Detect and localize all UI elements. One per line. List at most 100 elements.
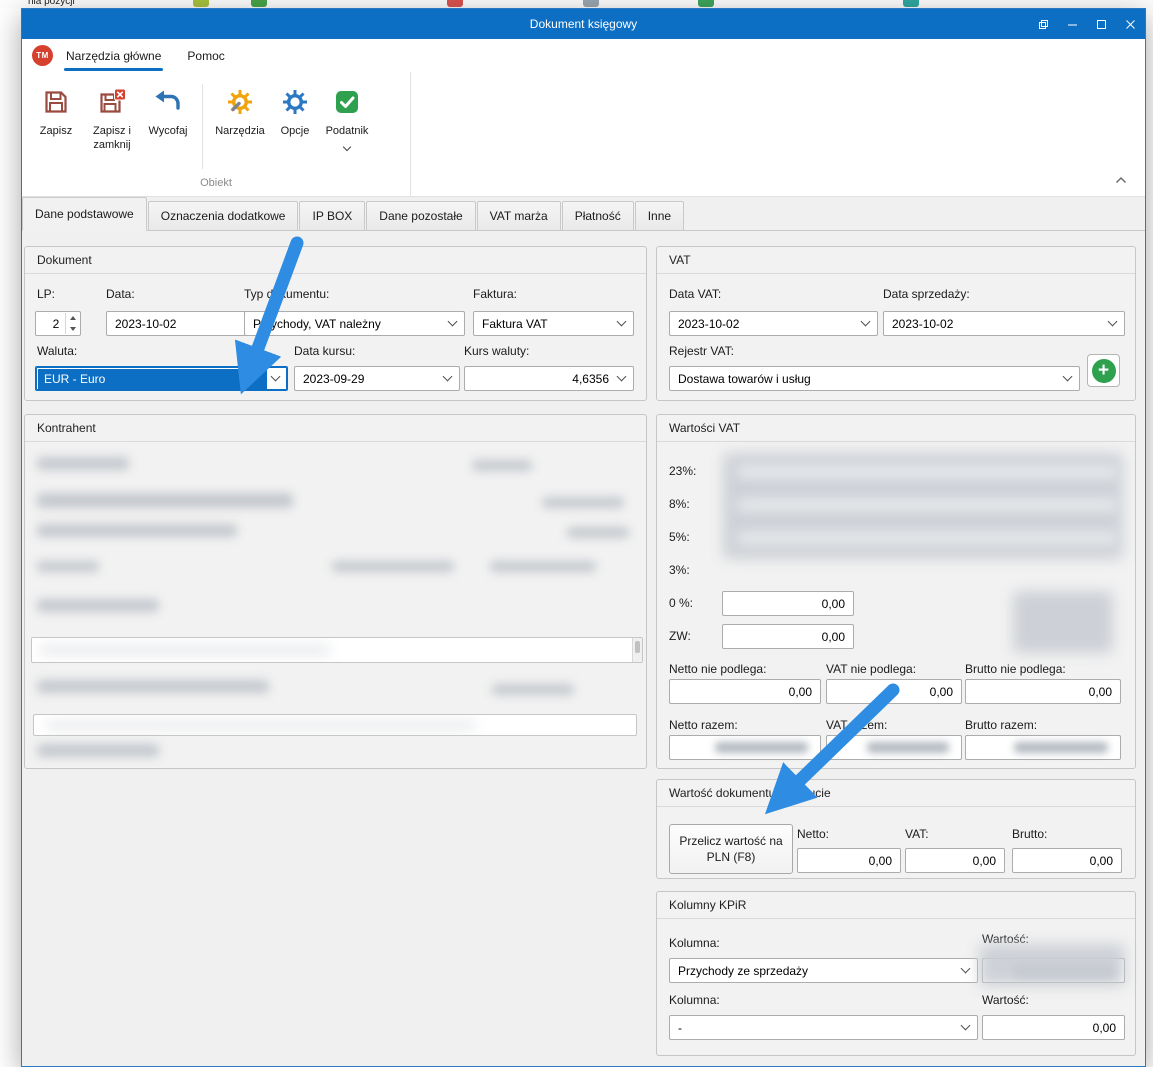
group-kolumny-kpir: Kolumny KPiR Kolumna: Przychody ze sprze… — [656, 891, 1136, 1056]
save-icon — [42, 88, 70, 116]
brutto-nie-podlega-field[interactable]: 0,00 — [965, 679, 1121, 704]
tab-oznaczenia-dodatkowe[interactable]: Oznaczenia dodatkowe — [148, 201, 299, 230]
ribbon-tab-pomoc[interactable]: Pomoc — [174, 40, 237, 71]
data-vat-label: Data VAT: — [669, 287, 721, 301]
minimize-icon — [1067, 19, 1078, 30]
data-vat-combo[interactable]: 2023-10-02 — [669, 311, 878, 336]
save-and-close-button[interactable]: Zapisz i zamknij — [84, 88, 140, 153]
tab-inne[interactable]: Inne — [635, 201, 684, 230]
undo-arrow-icon — [154, 88, 182, 116]
redacted-values — [1013, 591, 1113, 653]
background-clipped-text: nia pozycji — [28, 0, 75, 7]
walucie-netto-field[interactable]: 0,00 — [797, 848, 901, 873]
collapse-ribbon-button[interactable] — [1115, 173, 1127, 187]
wartosc2-label: Wartość: — [982, 993, 1029, 1007]
dokument-ksiegowy-window: Dokument księgowy TM Narzędzia główne Po… — [21, 8, 1146, 1067]
app-icon-fragment — [251, 0, 267, 7]
redacted-value — [1014, 742, 1108, 753]
chevron-down-icon — [271, 371, 281, 381]
redacted-text — [46, 720, 476, 731]
netto-razem-field[interactable] — [669, 735, 821, 760]
rate-zw-netto-field[interactable]: 0,00 — [722, 624, 854, 649]
data-kursu-combo[interactable]: 2023-09-29 — [294, 366, 460, 391]
waluta-combo[interactable]: EUR - Euro — [35, 366, 288, 391]
tab-ip-box[interactable]: IP BOX — [299, 201, 365, 230]
vat-razem-label: VAT razem: — [826, 718, 887, 732]
tab-vat-marza[interactable]: VAT marża — [477, 201, 561, 230]
undo-button[interactable]: Wycofaj — [140, 88, 196, 139]
ribbon-tab-narzedzia-glowne[interactable]: Narzędzia główne — [53, 40, 174, 71]
menubar: TM Narzędzia główne Pomoc — [22, 39, 1145, 72]
redacted-value — [867, 742, 949, 753]
ribbon-group-label: Obiekt — [22, 175, 410, 196]
wartosc2-field[interactable]: 0,00 — [982, 1015, 1125, 1040]
background-apps-strip: nia pozycji — [0, 0, 1153, 8]
group-wartosc-walucie-title: Wartość dokumentu w walucie — [657, 780, 1135, 807]
chevron-down-icon — [443, 371, 453, 381]
window-title: Dokument księgowy — [530, 17, 637, 31]
kontrahent-redacted-field — [33, 714, 637, 736]
chevron-up-icon — [1115, 177, 1127, 184]
kolumna2-combo[interactable]: - — [669, 1015, 978, 1040]
lp-spinner[interactable]: 2 — [35, 311, 81, 336]
maximize-button[interactable] — [1087, 9, 1116, 39]
redacted-text — [332, 561, 454, 572]
kolumna2-label: Kolumna: — [669, 993, 720, 1007]
brutto-nie-podlega-label: Brutto nie podlega: — [965, 662, 1066, 676]
rate-zw-label: ZW: — [669, 629, 691, 643]
app-icon-fragment — [903, 0, 919, 7]
tab-dane-podstawowe[interactable]: Dane podstawowe — [22, 197, 147, 231]
group-kontrahent-title: Kontrahent — [25, 415, 646, 442]
app-icon-fragment — [698, 0, 714, 7]
faktura-combo[interactable]: Faktura VAT — [473, 311, 634, 336]
przelicz-wartosc-button[interactable]: Przelicz wartość na PLN (F8) — [669, 824, 793, 874]
chevron-down-icon — [1108, 316, 1118, 326]
group-dokument: Dokument LP: Data: Typ dokumentu: Faktur… — [24, 246, 647, 401]
close-icon — [1125, 19, 1136, 30]
lp-spinner-buttons[interactable] — [65, 313, 79, 334]
ribbon: Zapisz Zapisz i zamknij Wycofaj — [22, 72, 1145, 197]
group-kontrahent: Kontrahent — [24, 414, 647, 769]
rate-0-netto-field[interactable]: 0,00 — [722, 591, 854, 616]
tab-dane-pozostale[interactable]: Dane pozostałe — [366, 201, 475, 230]
ribbon-group-obiekt: Zapisz Zapisz i zamknij Wycofaj — [22, 72, 411, 196]
kurs-waluty-combo[interactable]: 4,6356 — [464, 366, 634, 391]
rate-5-label: 5%: — [669, 530, 690, 544]
chevron-down-icon — [1063, 371, 1073, 381]
tools-button[interactable]: Narzędzia — [209, 88, 271, 139]
vat-nie-podlega-field[interactable]: 0,00 — [826, 679, 962, 704]
redacted-text — [567, 527, 629, 538]
netto-razem-label: Netto razem: — [669, 718, 738, 732]
app-icon-fragment — [447, 0, 463, 7]
walucie-vat-field[interactable]: 0,00 — [905, 848, 1005, 873]
kolumna1-label: Kolumna: — [669, 936, 720, 950]
walucie-brutto-field[interactable]: 0,00 — [1012, 848, 1122, 873]
tab-platnosc[interactable]: Płatność — [562, 201, 634, 230]
vat-razem-field[interactable] — [826, 735, 962, 760]
save-button-label: Zapisz — [40, 125, 72, 139]
typ-dokumentu-combo[interactable]: Przychody, VAT należny — [244, 311, 465, 336]
chevron-down-icon — [343, 143, 351, 151]
minimize-button[interactable] — [1058, 9, 1087, 39]
app-logo[interactable]: TM — [32, 45, 53, 66]
save-button[interactable]: Zapisz — [28, 88, 84, 139]
popout-icon — [1038, 19, 1049, 30]
kolumna1-combo[interactable]: Przychody ze sprzedaży — [669, 958, 978, 983]
taxpayer-dropdown-button[interactable]: Podatnik — [319, 88, 375, 150]
add-rejestr-button[interactable]: + — [1087, 354, 1120, 387]
redacted-text — [40, 644, 330, 656]
titlebar[interactable]: Dokument księgowy — [22, 9, 1145, 39]
data-sprzedazy-combo[interactable]: 2023-10-02 — [883, 311, 1125, 336]
rejestr-vat-combo[interactable]: Dostawa towarów i usług — [669, 366, 1080, 391]
data-sprzedazy-label: Data sprzedaży: — [883, 287, 970, 301]
close-button[interactable] — [1116, 9, 1145, 39]
taxpayer-button-label: Podatnik — [326, 125, 369, 139]
window-popout-button[interactable] — [1029, 9, 1058, 39]
ribbon-separator — [202, 84, 203, 169]
options-button[interactable]: Opcje — [271, 88, 319, 139]
data-combo[interactable]: 2023-10-02 — [106, 311, 266, 336]
netto-nie-podlega-field[interactable]: 0,00 — [669, 679, 821, 704]
scrollbar[interactable] — [632, 638, 642, 662]
brutto-razem-field[interactable] — [965, 735, 1121, 760]
group-vat: VAT Data VAT: Data sprzedaży: 2023-10-02… — [656, 246, 1136, 401]
